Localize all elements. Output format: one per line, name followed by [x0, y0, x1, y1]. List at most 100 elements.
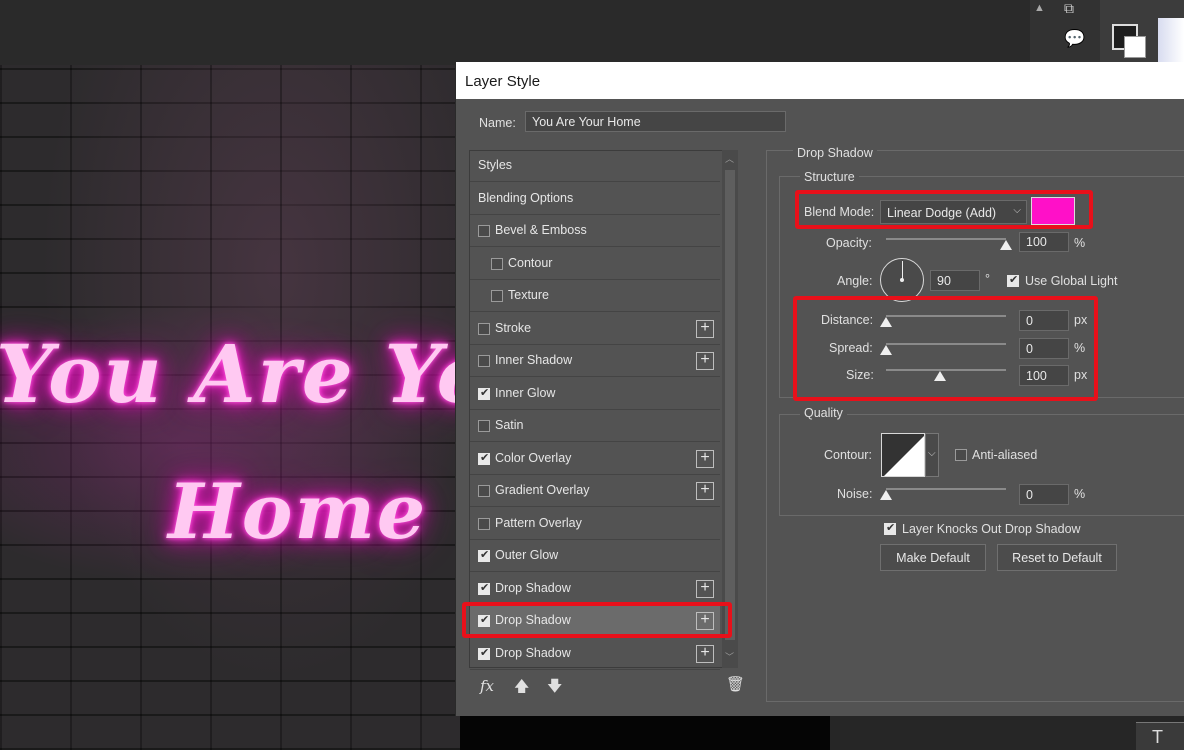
- anti-aliased-checkbox[interactable]: [955, 449, 967, 461]
- style-row-label: Gradient Overlay: [495, 483, 590, 497]
- layer-style-dialog: Layer Style Name: You Are Your Home ︿ ﹀ …: [455, 62, 1184, 716]
- contour-preview[interactable]: [881, 433, 925, 477]
- opacity-slider-knob[interactable]: [1000, 240, 1012, 250]
- opacity-unit: %: [1074, 236, 1086, 250]
- neon-text-line1: You Are Yo: [0, 327, 493, 421]
- app-top-bar: [0, 0, 1030, 65]
- style-row-label: Color Overlay: [495, 450, 572, 465]
- style-row-styles[interactable]: Styles: [470, 150, 720, 182]
- add-style-plus-icon[interactable]: +: [696, 579, 714, 598]
- noise-slider-knob[interactable]: [880, 490, 892, 500]
- style-checkbox[interactable]: [478, 581, 490, 595]
- styles-rows: Styles Blending Options Bevel & Emboss Cont…: [462, 150, 732, 670]
- style-row-bevel-emboss[interactable]: Bevel & Emboss: [470, 215, 720, 247]
- style-row-label: Outer Glow: [495, 548, 559, 562]
- style-row-label: Inner Shadow: [495, 353, 573, 367]
- highlight-selected-drop-shadow: [462, 602, 732, 638]
- layer-knocks-out-label: Layer Knocks Out Drop Shadow: [902, 522, 1081, 536]
- style-row-label: Drop Shadow: [495, 580, 571, 595]
- style-row-gradient-overlay[interactable]: Gradient Overlay +: [470, 475, 720, 507]
- style-checkbox[interactable]: [478, 225, 490, 237]
- style-row-label: Inner Glow: [495, 385, 556, 400]
- opacity-input[interactable]: 100: [1019, 232, 1069, 252]
- style-checkbox[interactable]: [491, 257, 503, 270]
- style-row-label: Bevel & Emboss: [495, 223, 587, 237]
- style-row-label: Satin: [495, 418, 524, 432]
- add-style-plus-icon[interactable]: +: [696, 352, 714, 370]
- style-row-texture[interactable]: Texture: [470, 280, 720, 312]
- scroll-up-icon[interactable]: ︿: [725, 152, 734, 165]
- style-row-inner-glow[interactable]: Inner Glow: [470, 378, 720, 410]
- chevron-up-icon[interactable]: ▲: [1034, 2, 1045, 14]
- noise-label: Noise:: [837, 487, 873, 501]
- style-checkbox[interactable]: [491, 290, 503, 302]
- fx-icon[interactable]: fx: [480, 677, 494, 695]
- scroll-down-icon[interactable]: ﹀: [725, 650, 734, 663]
- noise-unit: %: [1074, 487, 1086, 501]
- style-row-color-overlay[interactable]: Color Overlay +: [470, 443, 720, 475]
- chevron-down-icon: ⌵: [928, 448, 936, 459]
- style-row-label: Styles: [478, 158, 513, 172]
- background-color-swatch[interactable]: [1124, 36, 1146, 58]
- noise-slider-track[interactable]: [886, 488, 1006, 490]
- opacity-slider-track[interactable]: [886, 238, 1006, 240]
- angle-label: Angle:: [837, 274, 873, 288]
- add-style-plus-icon[interactable]: +: [696, 482, 714, 500]
- use-global-light-label: Use Global Light: [1025, 274, 1118, 288]
- style-checkbox[interactable]: [478, 420, 490, 432]
- add-style-plus-icon[interactable]: +: [696, 319, 714, 338]
- style-row-stroke[interactable]: Stroke +: [470, 313, 720, 345]
- style-row-label: Contour: [508, 255, 553, 270]
- style-checkbox[interactable]: [478, 517, 490, 530]
- add-style-plus-icon[interactable]: +: [696, 449, 714, 468]
- style-checkbox[interactable]: [478, 386, 490, 400]
- style-row-outer-glow[interactable]: Outer Glow: [470, 540, 720, 572]
- trash-icon[interactable]: 🗑: [726, 675, 745, 693]
- style-row-blending-options[interactable]: Blending Options: [470, 183, 720, 215]
- style-checkbox[interactable]: [478, 322, 490, 335]
- move-up-icon[interactable]: 🡅: [514, 676, 529, 701]
- quality-title: Quality: [800, 406, 847, 420]
- type-tool-icon[interactable]: T: [1136, 722, 1184, 750]
- dialog-title: Layer Style: [456, 62, 1184, 99]
- style-row-pattern-overlay[interactable]: Pattern Overlay: [470, 508, 720, 540]
- style-row-drop-shadow[interactable]: Drop Shadow +: [470, 638, 720, 670]
- contour-dropdown[interactable]: ⌵: [925, 433, 939, 477]
- style-row-label: Blending Options: [478, 190, 574, 205]
- name-label: Name:: [479, 116, 516, 130]
- highlight-distance-spread-size: [793, 296, 1098, 401]
- neon-text-line2: Home: [168, 467, 428, 556]
- angle-input[interactable]: 90: [930, 270, 980, 291]
- style-row-inner-shadow[interactable]: Inner Shadow +: [470, 345, 720, 377]
- layer-name-input[interactable]: You Are Your Home: [525, 111, 786, 132]
- add-style-plus-icon[interactable]: +: [696, 644, 714, 663]
- comment-icon[interactable]: 💬: [1064, 29, 1085, 49]
- style-row-label: Drop Shadow: [495, 645, 571, 660]
- angle-unit: °: [985, 272, 990, 286]
- style-row-label: Stroke: [495, 320, 532, 335]
- style-checkbox[interactable]: [478, 355, 490, 367]
- contour-label: Contour:: [824, 448, 872, 462]
- reset-to-default-button[interactable]: Reset to Default: [997, 544, 1117, 571]
- style-checkbox[interactable]: [478, 646, 490, 660]
- anti-aliased-label: Anti-aliased: [972, 448, 1038, 462]
- style-row-label: Pattern Overlay: [495, 515, 582, 530]
- layer-knocks-out-checkbox[interactable]: [884, 521, 896, 535]
- clone-source-icon[interactable]: ⧉: [1064, 0, 1074, 17]
- style-row-satin[interactable]: Satin: [470, 410, 720, 442]
- style-checkbox[interactable]: [478, 451, 490, 465]
- use-global-light-checkbox[interactable]: [1007, 273, 1019, 287]
- opacity-label: Opacity:: [826, 236, 872, 250]
- structure-title: Structure: [800, 170, 859, 184]
- style-row-drop-shadow[interactable]: Drop Shadow +: [470, 573, 720, 605]
- make-default-button[interactable]: Make Default: [880, 544, 986, 571]
- style-row-contour[interactable]: Contour: [470, 248, 720, 280]
- style-checkbox[interactable]: [478, 485, 490, 497]
- gradient-thumbnail[interactable]: [1158, 18, 1184, 62]
- noise-input[interactable]: 0: [1019, 484, 1069, 505]
- highlight-blend-mode: [795, 190, 1093, 229]
- drop-shadow-title: Drop Shadow: [793, 146, 877, 160]
- styles-list-scrollbar[interactable]: ︿ ﹀: [722, 150, 738, 668]
- move-down-icon[interactable]: 🡇: [547, 676, 562, 701]
- style-checkbox[interactable]: [478, 548, 490, 562]
